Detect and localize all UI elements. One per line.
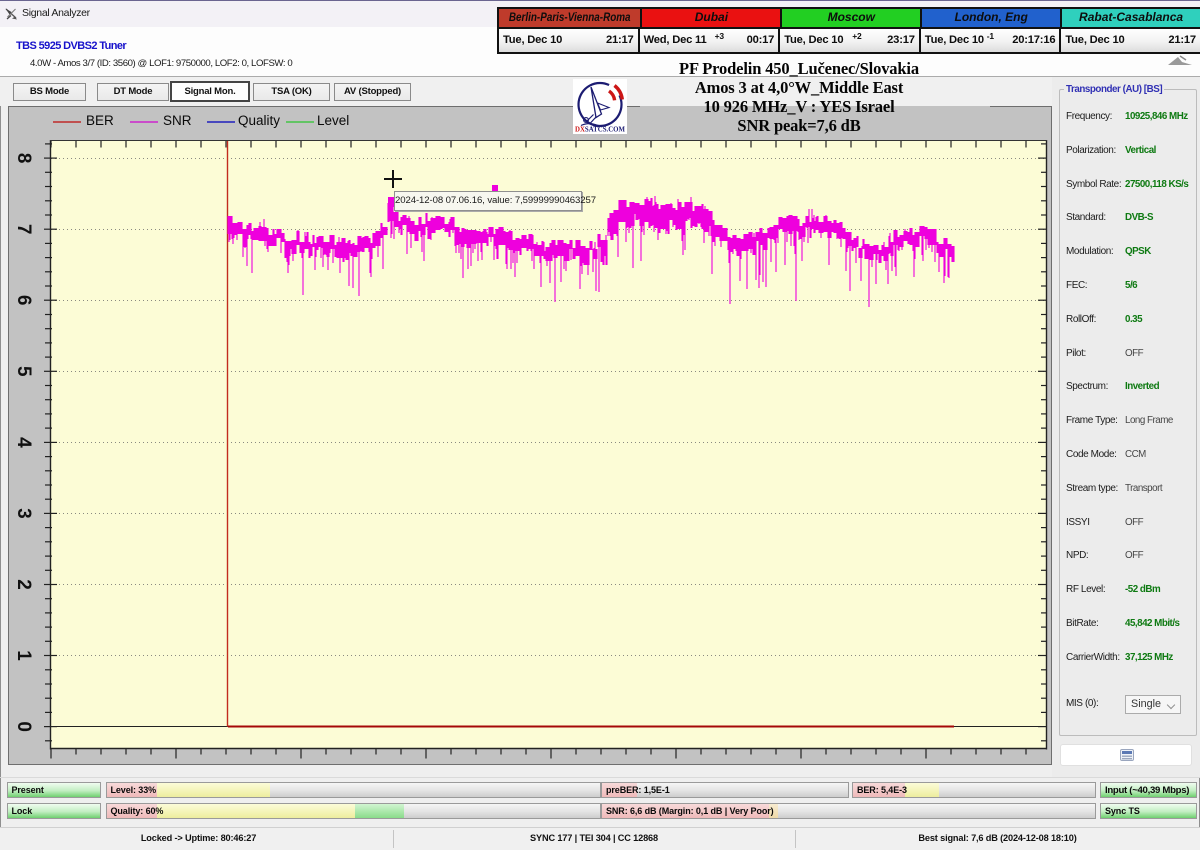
svg-text:0: 0 bbox=[13, 721, 34, 732]
svg-text:8: 8 bbox=[13, 153, 34, 164]
svg-text:3: 3 bbox=[13, 508, 34, 519]
svg-text:1: 1 bbox=[13, 650, 34, 661]
svg-text:5: 5 bbox=[13, 366, 34, 377]
svg-text:2: 2 bbox=[13, 579, 34, 590]
svg-text:7: 7 bbox=[13, 224, 34, 235]
svg-text:6: 6 bbox=[13, 295, 34, 306]
svg-text:DXSATCS.COM: DXSATCS.COM bbox=[575, 125, 625, 134]
svg-text:4: 4 bbox=[13, 437, 34, 448]
